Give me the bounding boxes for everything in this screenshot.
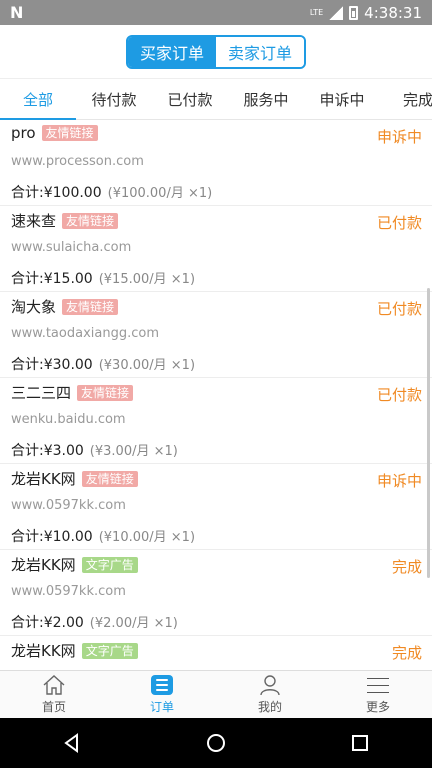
order-name: 龙岩KK网 <box>11 642 76 660</box>
order-item[interactable]: 速来查 友情链接 已付款 www.sulaicha.com 合计:¥15.00 (¥… <box>0 206 432 292</box>
recents-button[interactable] <box>340 723 380 763</box>
user-icon <box>258 674 282 696</box>
status-indicators: LTE 4:38:31 <box>310 4 422 22</box>
order-item[interactable]: 淘大象 友情链接 已付款 www.taodaxiangg.com 合计:¥30.0… <box>0 292 432 378</box>
order-status: 已付款 <box>376 386 422 404</box>
recents-icon <box>352 735 368 751</box>
nav-more-label: 更多 <box>365 700 390 714</box>
order-detail: (¥15.00/月 ×1) <box>98 272 196 287</box>
bottom-nav: 首页 订单 我的 更多 <box>0 670 432 718</box>
order-name: 龙岩KK网 <box>11 556 76 574</box>
nav-more[interactable]: 更多 <box>324 671 432 718</box>
order-type-switch: 买家订单 卖家订单 <box>126 34 306 69</box>
order-url: www.taodaxiangg.com <box>11 326 159 341</box>
order-detail: (¥30.00/月 ×1) <box>98 358 196 373</box>
status-bar: N LTE 4:38:31 <box>0 0 432 25</box>
order-url: www.0597kk.com <box>11 584 126 599</box>
order-tag: 友情链接 <box>41 125 98 141</box>
order-tag: 友情链接 <box>62 298 119 315</box>
buyer-orders-button[interactable]: 买家订单 <box>128 36 216 67</box>
order-status: 完成 <box>391 558 422 576</box>
tab-completed[interactable]: 完成 <box>380 79 432 119</box>
back-button[interactable] <box>52 723 92 763</box>
order-item[interactable]: 三二三四 友情链接 已付款 wenku.baidu.com 合计:¥3.00 (¥3… <box>0 378 432 464</box>
order-total: 合计:¥15.00 <box>11 271 93 287</box>
order-status: 申诉中 <box>376 128 422 146</box>
tab-pending-payment[interactable]: 待付款 <box>76 79 152 119</box>
system-nav-bar <box>0 718 432 768</box>
order-item[interactable]: 龙岩KK网 友情链接 申诉中 www.0597kk.com 合计:¥10.00 (¥… <box>0 464 432 550</box>
order-item[interactable]: pro 友情链接 申诉中 www.processon.com 合计:¥100.00… <box>0 120 432 206</box>
nav-orders[interactable]: 订单 <box>108 671 216 718</box>
tab-in-service[interactable]: 服务中 <box>228 79 304 119</box>
order-status: 申诉中 <box>376 472 422 490</box>
order-name: 三二三四 <box>11 384 72 402</box>
home-icon <box>42 674 66 696</box>
network-type: LTE <box>309 7 324 17</box>
header: 买家订单 卖家订单 <box>0 25 432 78</box>
order-total: 合计:¥30.00 <box>11 357 93 373</box>
notification-icon: N <box>10 3 24 22</box>
signal-icon <box>329 5 344 20</box>
battery-icon <box>349 5 359 20</box>
order-tag: 文字广告 <box>81 556 138 573</box>
order-name: 速来查 <box>11 212 57 230</box>
order-url: www.processon.com <box>11 154 144 169</box>
order-name: 淘大象 <box>11 298 57 316</box>
order-item[interactable]: 龙岩KK网 文字广告 完成 <box>0 636 432 670</box>
order-status: 完成 <box>391 644 422 662</box>
order-tag: 友情链接 <box>77 384 134 401</box>
scrollbar[interactable] <box>427 288 430 578</box>
clock: 4:38:31 <box>364 3 422 22</box>
order-total: 合计:¥2.00 <box>11 615 84 631</box>
nav-home-label: 首页 <box>41 700 66 714</box>
order-tag: 友情链接 <box>81 470 138 487</box>
order-name: 龙岩KK网 <box>11 470 76 488</box>
order-url: www.sulaicha.com <box>11 240 132 255</box>
order-total: 合计:¥10.00 <box>11 529 93 545</box>
order-item[interactable]: 龙岩KK网 文字广告 完成 www.0597kk.com 合计:¥2.00 (¥2.… <box>0 550 432 636</box>
tab-paid[interactable]: 已付款 <box>152 79 228 119</box>
order-name: pro <box>11 124 36 142</box>
nav-mine-label: 我的 <box>257 700 282 714</box>
order-url: www.0597kk.com <box>11 498 126 513</box>
status-tabs: 全部 待付款 已付款 服务中 申诉中 完成 <box>0 78 432 120</box>
nav-home[interactable]: 首页 <box>0 671 108 718</box>
tab-all[interactable]: 全部 <box>0 79 76 120</box>
back-icon <box>64 733 78 753</box>
order-tag: 文字广告 <box>81 642 138 659</box>
order-status: 已付款 <box>376 300 422 318</box>
menu-icon <box>366 674 390 696</box>
home-button[interactable] <box>196 723 236 763</box>
seller-orders-button[interactable]: 卖家订单 <box>216 36 304 67</box>
order-list-icon <box>150 674 174 696</box>
order-total: 合计:¥100.00 <box>11 185 102 201</box>
order-detail: (¥10.00/月 ×1) <box>98 530 196 545</box>
order-list: pro 友情链接 申诉中 www.processon.com 合计:¥100.00… <box>0 120 432 670</box>
order-status: 已付款 <box>376 214 422 232</box>
order-detail: (¥100.00/月 ×1) <box>107 186 213 201</box>
order-total: 合计:¥3.00 <box>11 443 84 459</box>
home-circle-icon <box>207 734 225 752</box>
order-detail: (¥3.00/月 ×1) <box>89 444 178 459</box>
order-tag: 友情链接 <box>62 212 119 229</box>
order-detail: (¥2.00/月 ×1) <box>89 616 178 631</box>
order-url: wenku.baidu.com <box>11 412 126 427</box>
tab-disputed[interactable]: 申诉中 <box>304 79 380 119</box>
nav-orders-label: 订单 <box>149 700 174 714</box>
nav-mine[interactable]: 我的 <box>216 671 324 718</box>
